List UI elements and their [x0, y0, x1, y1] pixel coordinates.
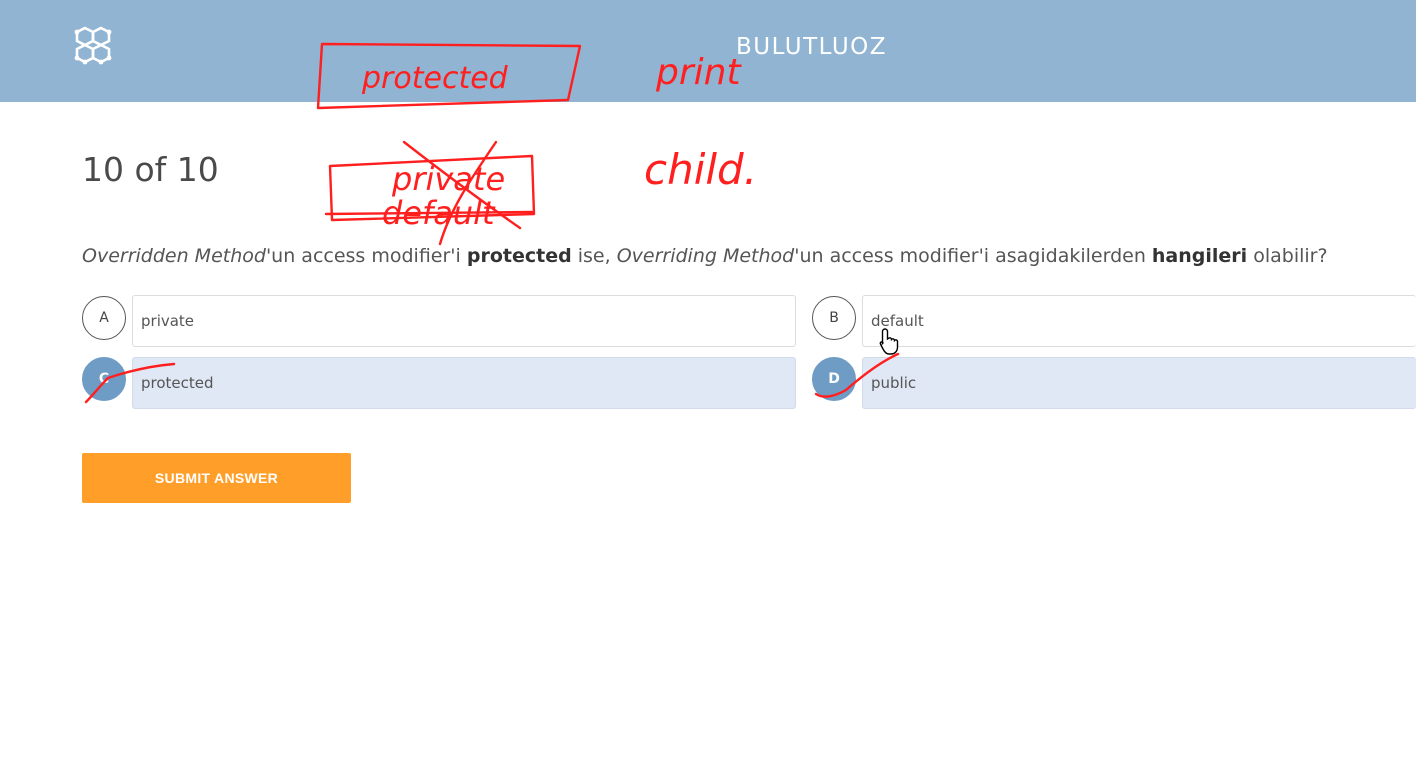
- option-c-circle[interactable]: C: [82, 357, 126, 401]
- question-text: Overridden Method'un access modifier'i p…: [82, 245, 1328, 267]
- hand-cursor-icon: [879, 328, 899, 355]
- top-bar: BULUTLUOZ: [0, 0, 1416, 102]
- brand-title: BULUTLUOZ: [736, 34, 888, 60]
- hexagon-network-icon[interactable]: [72, 24, 114, 72]
- option-a[interactable]: private: [132, 295, 796, 347]
- option-d[interactable]: public: [862, 357, 1416, 409]
- option-b-circle[interactable]: B: [812, 296, 856, 340]
- ink-box-crossed: [328, 154, 536, 222]
- option-a-circle[interactable]: A: [82, 296, 126, 340]
- ink-cross-line-2: [438, 140, 498, 246]
- submit-answer-button[interactable]: SUBMIT ANSWER: [82, 453, 351, 503]
- option-b[interactable]: default: [862, 295, 1416, 347]
- option-d-circle[interactable]: D: [812, 357, 856, 401]
- ink-cross-line-1: [402, 140, 522, 230]
- ink-strike: [324, 210, 534, 216]
- ink-word-private: private: [391, 160, 505, 198]
- option-c[interactable]: protected: [132, 357, 796, 409]
- ink-word-default: default: [382, 194, 496, 232]
- ink-word-child: child.: [644, 145, 757, 194]
- question-counter: 10 of 10: [82, 150, 219, 189]
